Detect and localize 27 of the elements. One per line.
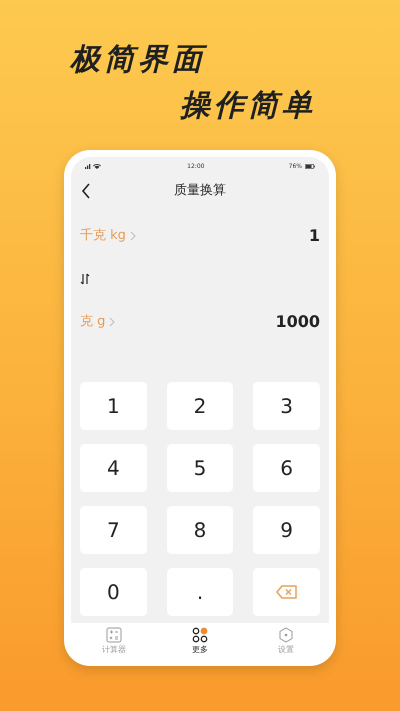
swap-arrows-icon[interactable]: [80, 273, 90, 285]
keypad-key[interactable]: 2: [166, 382, 234, 430]
tab-bar-item[interactable]: 更多: [157, 623, 243, 659]
keypad-key[interactable]: 8: [166, 506, 234, 554]
keypad-key[interactable]: 6: [253, 444, 320, 492]
page-title: 质量换算: [174, 182, 226, 200]
back-icon[interactable]: [81, 183, 91, 199]
backspace-icon: [276, 585, 298, 599]
unit-value: 1000: [275, 311, 320, 333]
keypad-key[interactable]: 5: [166, 444, 234, 492]
keypad-key[interactable]: 7: [80, 506, 147, 554]
keypad-key[interactable]: 3: [253, 382, 320, 430]
signal-wifi-icon: [85, 163, 103, 169]
chevron-right-icon: [130, 231, 136, 241]
unit-value: 1: [308, 225, 320, 247]
chevron-right-icon: [109, 317, 116, 327]
keypad-key[interactable]: 0: [80, 568, 147, 616]
keypad-key[interactable]: 9: [253, 506, 320, 554]
four-circles-icon: [192, 626, 208, 642]
headline: 极简界面: [70, 42, 208, 78]
battery-icon: [304, 164, 315, 168]
headline: 操作简单: [180, 88, 317, 124]
keypad-key[interactable]: .: [166, 568, 234, 616]
hexagon-icon: [278, 626, 294, 642]
calculator-icon: [106, 626, 122, 642]
keypad-key[interactable]: 1: [80, 382, 147, 430]
keypad-key[interactable]: 4: [80, 444, 147, 492]
